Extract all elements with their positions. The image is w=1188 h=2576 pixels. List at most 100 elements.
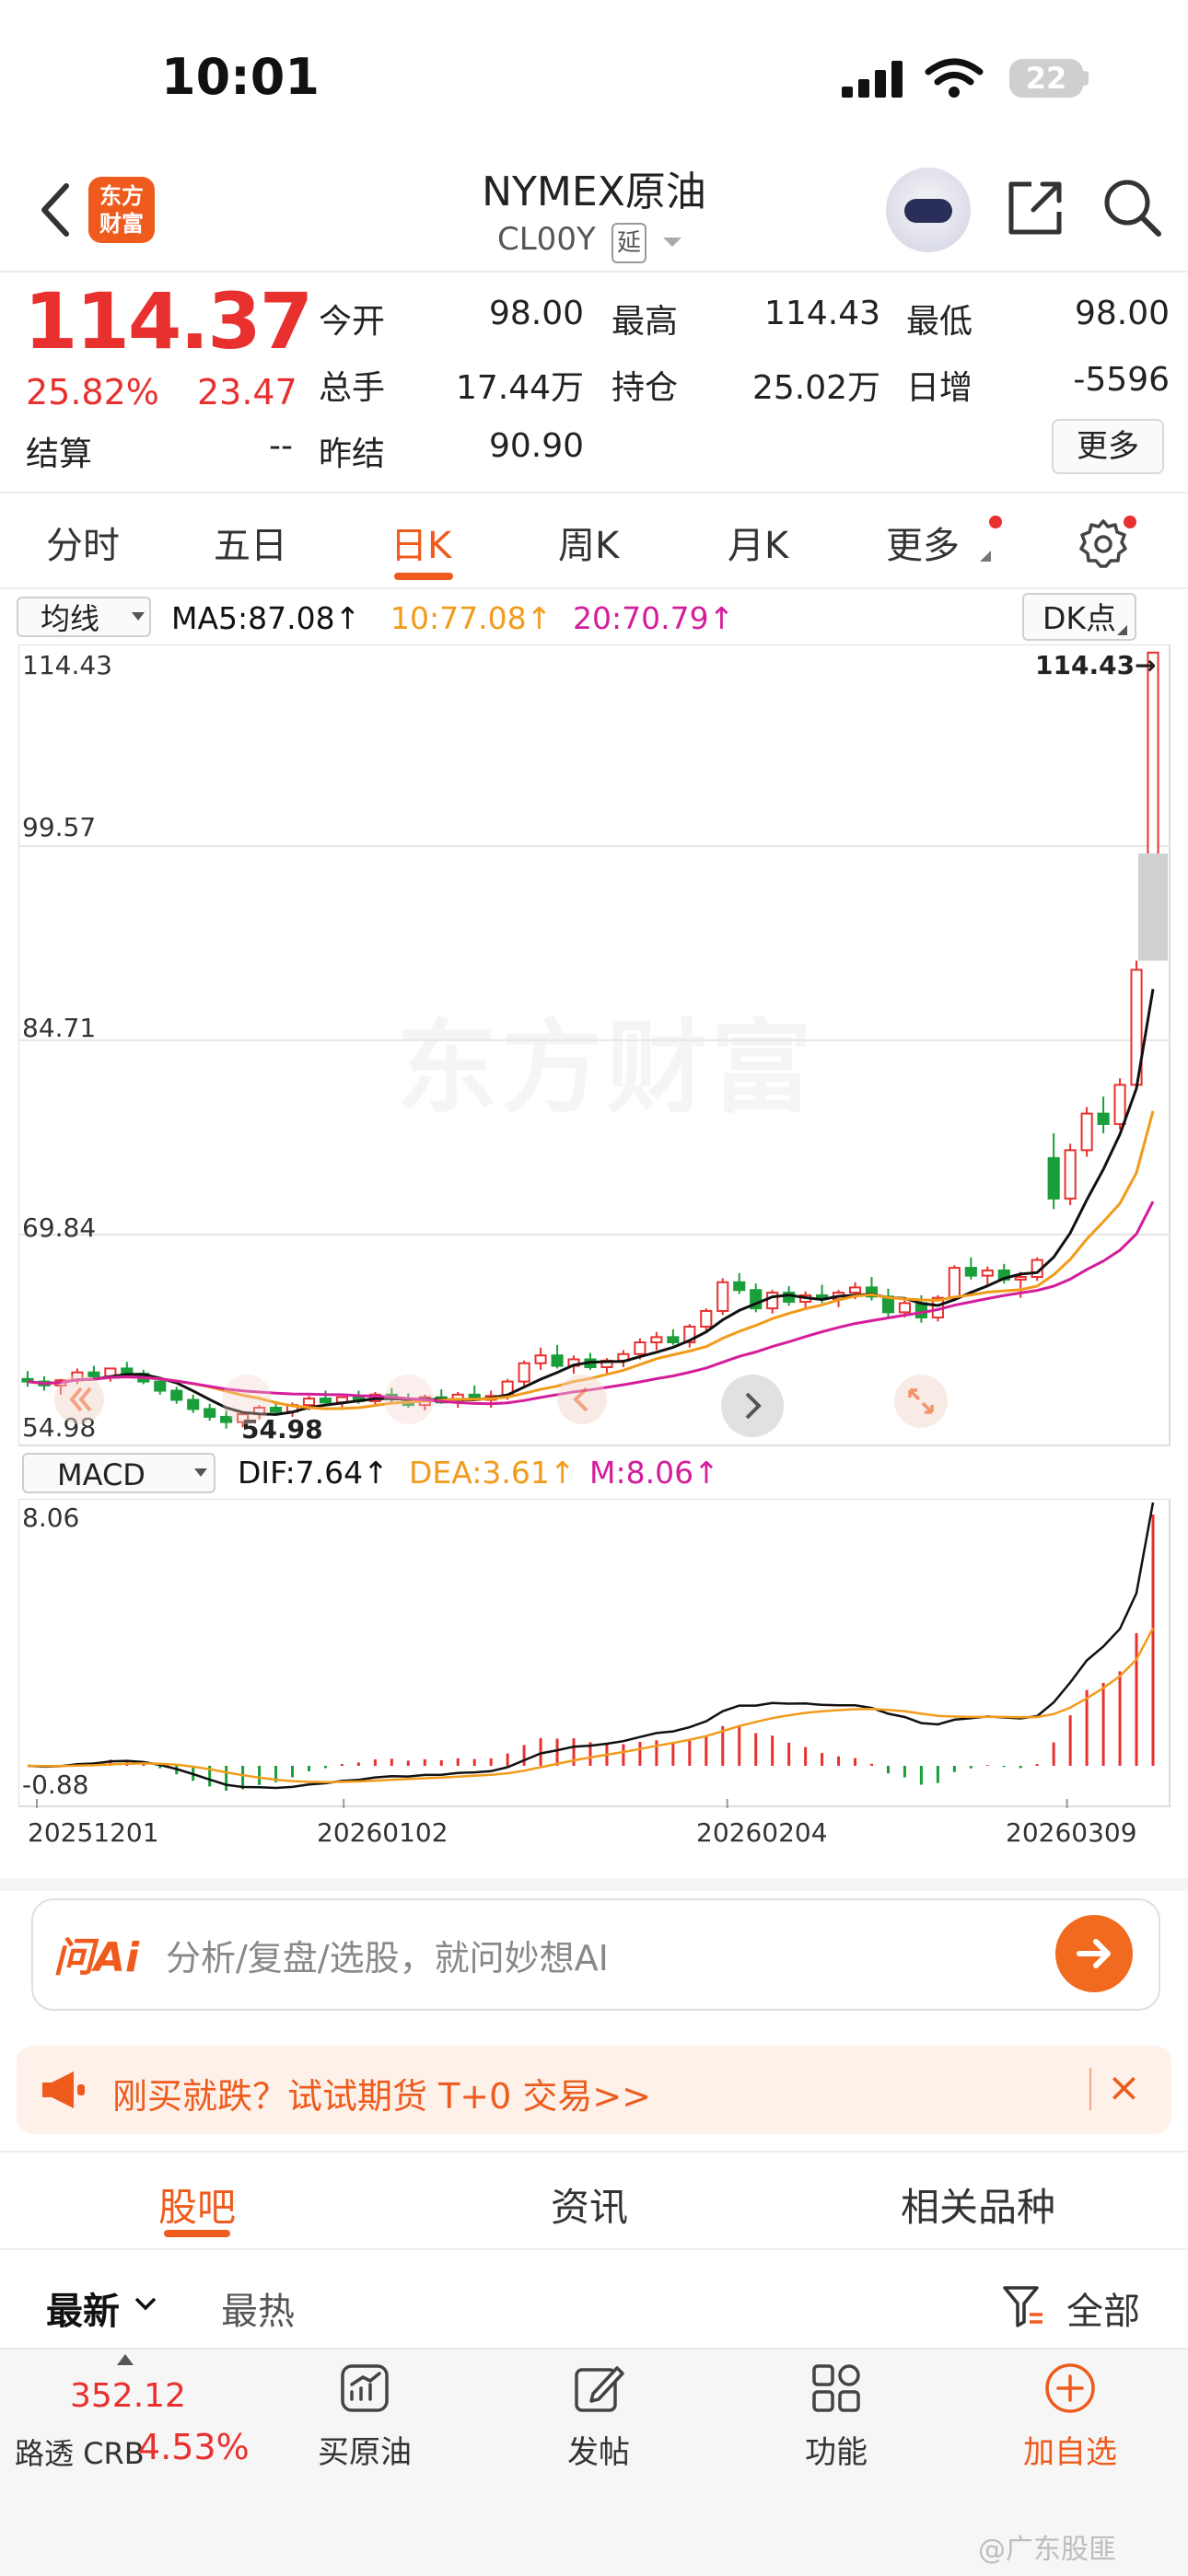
chart-rewind-icon[interactable] xyxy=(53,1374,105,1425)
tab-monthly-k[interactable]: 月K xyxy=(728,516,788,569)
price-axis-tick-3: 69.84 xyxy=(22,1213,97,1243)
sort-chevron-down-icon[interactable] xyxy=(134,2296,157,2313)
chevron-down-icon[interactable] xyxy=(661,236,683,250)
tab-related-products[interactable]: 相关品种 xyxy=(901,2176,1055,2233)
candle-body xyxy=(700,1309,713,1328)
candle-body xyxy=(667,1336,680,1344)
max-price-label: 114.43→ xyxy=(1035,650,1157,680)
candle-body xyxy=(914,1302,927,1319)
m-value: M:8.06↑ xyxy=(589,1455,719,1491)
chart-fullscreen-icon[interactable] xyxy=(893,1374,949,1429)
price-axis-tick-2: 84.71 xyxy=(22,1013,97,1043)
sort-latest[interactable]: 最新 xyxy=(46,2281,120,2335)
candle-body xyxy=(1080,1112,1093,1152)
filter-all[interactable]: 全部 xyxy=(1066,2281,1140,2335)
candle-body xyxy=(1113,1084,1126,1125)
tab-weekly-k[interactable]: 周K xyxy=(558,516,619,569)
macd-axis-bottom: -0.88 xyxy=(22,1770,89,1800)
buy-chart-icon[interactable] xyxy=(339,2362,390,2414)
macd-select[interactable]: MACD xyxy=(22,1453,215,1493)
tab-news[interactable]: 资讯 xyxy=(551,2176,628,2233)
dk-corner-icon xyxy=(1117,625,1127,635)
macd-chart[interactable] xyxy=(18,1499,1171,1808)
footer-watermark: @广东股匪 xyxy=(978,2534,1116,2566)
battery-indicator: 22 xyxy=(1009,59,1083,98)
candle-body xyxy=(534,1354,547,1364)
battery-tip xyxy=(1083,71,1089,86)
high-label: 最高 xyxy=(611,303,679,341)
add-to-watchlist-button[interactable]: 加自选 xyxy=(1006,2427,1135,2472)
tab-intraday[interactable]: 分时 xyxy=(46,516,120,569)
low-value: 98.00 xyxy=(1074,295,1170,332)
compose-icon[interactable] xyxy=(573,2362,624,2414)
candle-body xyxy=(154,1380,167,1392)
candle-body xyxy=(650,1336,663,1344)
chart-prev-icon[interactable] xyxy=(556,1374,608,1425)
section-tab-underline xyxy=(164,2230,230,2237)
ai-search-placeholder[interactable]: 分析/复盘/选股，就问妙想AI xyxy=(166,1930,609,1980)
index-name[interactable]: 路透 CRB xyxy=(15,2431,145,2473)
tab-five-day[interactable]: 五日 xyxy=(214,516,287,569)
candle-body xyxy=(1064,1149,1077,1200)
price-axis-tick-0: 114.43 xyxy=(22,650,112,680)
signal-icon xyxy=(842,61,903,98)
settle-value: -- xyxy=(269,427,293,465)
volume-label: 总手 xyxy=(319,369,386,407)
open-label: 今开 xyxy=(319,303,386,341)
filter-icon[interactable] xyxy=(1002,2283,1044,2329)
candle-body xyxy=(319,1398,332,1404)
settings-badge xyxy=(1124,516,1136,528)
gear-icon[interactable] xyxy=(1077,517,1129,569)
functions-button[interactable]: 功能 xyxy=(772,2427,901,2472)
ma5-line xyxy=(27,988,1155,1416)
daily-change-value: -5596 xyxy=(1073,361,1170,399)
contract-code[interactable]: CL00Y xyxy=(497,221,596,258)
search-icon[interactable] xyxy=(1101,177,1164,239)
share-icon[interactable] xyxy=(1006,179,1065,238)
candlestick-chart[interactable] xyxy=(18,644,1171,1447)
chart-zoom-out-icon[interactable] xyxy=(221,1374,273,1425)
add-watchlist-icon[interactable] xyxy=(1044,2362,1096,2414)
buy-crude-button[interactable]: 买原油 xyxy=(300,2427,429,2472)
tab-more-badge xyxy=(989,516,1002,528)
dif-line xyxy=(27,1502,1155,1790)
price-axis-tick-1: 99.57 xyxy=(22,812,97,842)
date-label-3: 20260309 xyxy=(1006,1817,1137,1848)
chart-zoom-in-icon[interactable] xyxy=(383,1374,435,1425)
chart-frame xyxy=(18,644,1171,1446)
section-divider-bottom xyxy=(0,2248,1188,2250)
candle-body xyxy=(1097,1112,1110,1125)
candle-body xyxy=(551,1354,564,1367)
candle-body xyxy=(766,1292,779,1310)
change-percent: 25.82% xyxy=(26,372,159,412)
candle-body xyxy=(948,1267,961,1299)
tab-daily-k[interactable]: 日K xyxy=(390,516,451,569)
tab-more[interactable]: 更多 xyxy=(886,516,960,569)
megaphone-icon xyxy=(42,2071,85,2108)
index-value[interactable]: 352.12 xyxy=(70,2377,186,2415)
ma20-value: 20:70.79↑ xyxy=(573,600,735,636)
dea-value: DEA:3.61↑ xyxy=(409,1455,576,1491)
candle-body xyxy=(1147,651,1159,868)
ma5-value: MA5:87.08↑ xyxy=(171,600,361,636)
arrow-right-icon xyxy=(1077,1939,1111,1968)
index-percent[interactable]: 4.53% xyxy=(138,2427,250,2467)
more-quote-button[interactable]: 更多 xyxy=(1052,419,1164,474)
quote-divider xyxy=(0,492,1188,493)
grid-apps-icon[interactable] xyxy=(810,2362,862,2414)
chart-next-icon[interactable] xyxy=(720,1374,785,1438)
candle-body xyxy=(204,1408,216,1418)
index-up-arrow-icon xyxy=(117,2354,134,2365)
tab-stock-forum[interactable]: 股吧 xyxy=(158,2176,236,2233)
promo-text[interactable]: 刚买就跌？试试期货 T+0 交易>> xyxy=(112,2068,651,2118)
candle-body xyxy=(898,1302,912,1314)
low-label: 最低 xyxy=(906,303,973,341)
sort-hot[interactable]: 最热 xyxy=(221,2281,295,2335)
candle-body xyxy=(518,1362,530,1383)
promo-close-button[interactable]: × xyxy=(1107,2064,1141,2111)
promo-separator xyxy=(1089,2068,1091,2110)
post-button[interactable]: 发帖 xyxy=(534,2427,663,2472)
open-interest-value: 25.02万 xyxy=(751,369,880,407)
header-divider xyxy=(0,271,1188,273)
candle-body xyxy=(981,1269,994,1277)
